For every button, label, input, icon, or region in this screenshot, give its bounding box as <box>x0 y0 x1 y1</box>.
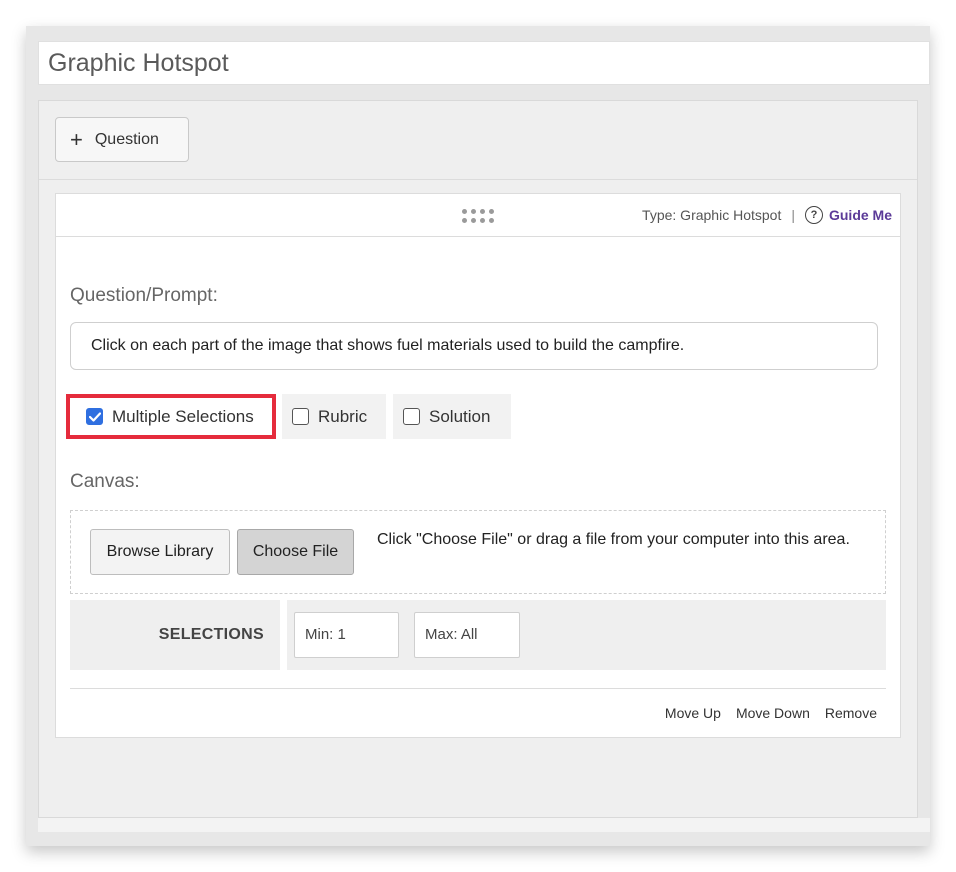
editor-frame: Graphic Hotspot + Question Type: Graphic… <box>26 26 930 846</box>
canvas-label: Canvas: <box>70 471 140 492</box>
rubric-checkbox[interactable] <box>292 408 309 425</box>
remove-link[interactable]: Remove <box>825 705 877 721</box>
move-down-link[interactable]: Move Down <box>736 705 810 721</box>
choose-file-button[interactable]: Choose File <box>237 529 354 575</box>
dropzone-hint: Click "Choose File" or drag a file from … <box>377 531 850 548</box>
question-card: Type: Graphic Hotspot | ? Guide Me Quest… <box>55 193 901 738</box>
multiple-selections-checkbox[interactable] <box>86 408 103 425</box>
max-selections-input[interactable]: Max: All <box>414 612 520 658</box>
title-input[interactable]: Graphic Hotspot <box>38 41 930 85</box>
help-circle-icon[interactable]: ? <box>804 206 823 224</box>
solution-checkbox[interactable] <box>403 408 420 425</box>
card-footer-divider <box>70 688 886 689</box>
prompt-label: Question/Prompt: <box>70 285 218 306</box>
file-dropzone[interactable]: Browse Library Choose File Click "Choose… <box>70 510 886 594</box>
panel-divider <box>39 179 917 180</box>
add-question-button[interactable]: + Question <box>55 117 189 162</box>
browse-library-button[interactable]: Browse Library <box>90 529 230 575</box>
prompt-input[interactable]: Click on each part of the image that sho… <box>70 322 878 370</box>
multiple-selections-option[interactable]: Multiple Selections <box>66 394 276 439</box>
multiple-selections-label: Multiple Selections <box>112 406 254 426</box>
rubric-option[interactable]: Rubric <box>282 394 386 439</box>
move-up-link[interactable]: Move Up <box>665 705 721 721</box>
card-header: Type: Graphic Hotspot | ? Guide Me <box>56 194 900 237</box>
drag-handle-icon[interactable] <box>462 209 496 223</box>
type-label: Type: Graphic Hotspot <box>642 207 782 223</box>
card-footer-actions: Move Up Move Down Remove <box>665 705 877 721</box>
rubric-label: Rubric <box>318 406 368 426</box>
selections-label: SELECTIONS <box>70 600 280 670</box>
type-info: Type: Graphic Hotspot | ? Guide Me <box>642 206 892 224</box>
solution-label: Solution <box>429 406 491 426</box>
question-panel: + Question Type: Graphic Hotspot | ? Gui… <box>38 100 918 818</box>
selections-inputs: Min: 1 Max: All <box>287 600 886 670</box>
min-selections-input[interactable]: Min: 1 <box>294 612 399 658</box>
bottom-strip <box>38 818 930 832</box>
plus-icon: + <box>70 126 83 152</box>
add-question-label: Question <box>94 130 159 148</box>
solution-option[interactable]: Solution <box>393 394 511 439</box>
type-separator: | <box>791 207 795 223</box>
checkmark-icon <box>88 411 101 422</box>
guide-me-link[interactable]: Guide Me <box>829 207 892 223</box>
selections-row: SELECTIONS Min: 1 Max: All <box>70 600 886 670</box>
